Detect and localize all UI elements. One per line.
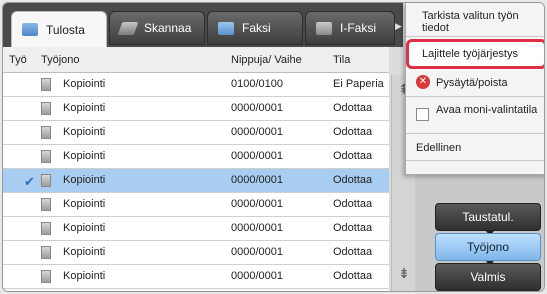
- menu-item-check-details[interactable]: Tarkista valitun työn tiedot: [406, 3, 544, 37]
- table-row[interactable]: Kopiointi 0000/0001 Odottaa: [3, 217, 389, 241]
- document-icon: [41, 150, 51, 163]
- document-icon: [41, 222, 51, 235]
- menu-item-label: Avaa moni-valintatila: [436, 104, 538, 116]
- menu-item-stop-delete[interactable]: ✕ Pysäytä/poista: [406, 69, 544, 97]
- document-icon: [41, 126, 51, 139]
- print-icon: [22, 23, 38, 36]
- job-count: 0000/0001: [231, 198, 283, 210]
- tab-label: Skannaa: [144, 21, 192, 35]
- complete-button[interactable]: Valmis: [435, 263, 541, 291]
- job-name: Kopiointi: [63, 198, 106, 210]
- job-count: 0000/0001: [231, 150, 283, 162]
- job-status: Odottaa: [333, 174, 373, 186]
- job-status: Odottaa: [333, 126, 373, 138]
- job-name: Kopiointi: [63, 222, 106, 234]
- menu-item-label: Edellinen: [416, 141, 462, 154]
- job-status: Ei Paperia: [333, 78, 384, 90]
- job-status-screen: Tulosta Skannaa Faksi I-Faksi ▶ Työ Työj…: [2, 2, 545, 292]
- table-row[interactable]: Kopiointi 0000/0001 Odottaa: [3, 121, 389, 145]
- tab-scan[interactable]: Skannaa: [109, 11, 205, 45]
- spool-label: Taustatul.: [462, 210, 514, 224]
- table-header: Työ Työjono Nippuja/ Vaihe Tila: [3, 47, 389, 73]
- table-row-selected[interactable]: ✔ Kopiointi 0000/0001 Odottaa: [3, 169, 389, 193]
- table-row[interactable]: Kopiointi 0000/0001 Odottaa: [3, 241, 389, 265]
- scroll-down-icon[interactable]: ⇟: [394, 265, 414, 287]
- menu-item-previous[interactable]: Edellinen: [406, 135, 544, 161]
- table-row[interactable]: Kopiointi 0000/0001 Odottaa: [3, 265, 389, 289]
- job-name: Kopiointi: [63, 126, 106, 138]
- col-queue: Työjono: [41, 54, 80, 66]
- job-status: Odottaa: [333, 198, 373, 210]
- tab-print[interactable]: Tulosta: [11, 11, 107, 47]
- tab-label: Faksi: [242, 21, 271, 35]
- menu-item-label: Tarkista valitun työn tiedot: [422, 10, 519, 34]
- menu-item-label: Lajittele työjärjestys: [422, 48, 518, 60]
- document-icon: [41, 270, 51, 283]
- job-count: 0000/0001: [231, 174, 283, 186]
- job-name: Kopiointi: [63, 150, 106, 162]
- ifax-icon: [316, 21, 332, 35]
- tab-label: Tulosta: [46, 22, 85, 37]
- table-row[interactable]: Kopiointi 0000/0001 Odottaa: [3, 97, 389, 121]
- spool-button[interactable]: Taustatul.: [435, 203, 541, 236]
- job-queue-label: Työjono: [466, 240, 510, 254]
- job-name: Kopiointi: [63, 270, 106, 282]
- menu-item-label: Pysäytä/poista: [436, 76, 508, 89]
- job-table: Työ Työjono Nippuja/ Vaihe Tila Kopioint…: [3, 47, 389, 291]
- job-count: 0100/0100: [231, 78, 283, 90]
- job-count: 0000/0001: [231, 102, 283, 114]
- job-name: Kopiointi: [63, 78, 106, 90]
- table-row[interactable]: Kopiointi 0000/0001 Odottaa: [3, 145, 389, 169]
- col-sets: Nippuja/ Vaihe: [231, 54, 302, 66]
- close-icon: ✕: [416, 75, 430, 89]
- job-status: Odottaa: [333, 246, 373, 258]
- col-job: Työ: [9, 54, 27, 66]
- job-count: 0000/0001: [231, 270, 283, 282]
- document-icon: [41, 78, 51, 91]
- tab-ifax[interactable]: I-Faksi: [305, 11, 395, 45]
- document-icon: [41, 174, 51, 187]
- fax-icon: [218, 21, 234, 35]
- job-status: Odottaa: [333, 102, 373, 114]
- document-icon: [41, 102, 51, 115]
- job-count: 0000/0001: [231, 246, 283, 258]
- tab-scroll-right-icon[interactable]: ▶: [395, 21, 402, 32]
- checkmark-icon: ✔: [24, 174, 35, 189]
- job-name: Kopiointi: [63, 102, 106, 114]
- job-status: Odottaa: [333, 222, 373, 234]
- complete-label: Valmis: [470, 270, 506, 284]
- document-icon: [41, 246, 51, 259]
- mode-tab-bar: Tulosta Skannaa Faksi I-Faksi ▶: [3, 3, 403, 47]
- table-row[interactable]: Kopiointi 0100/0100 Ei Paperia: [3, 73, 389, 97]
- checkbox-icon: [416, 108, 429, 121]
- job-count: 0000/0001: [231, 222, 283, 234]
- document-icon: [41, 198, 51, 211]
- menu-item-multi-select[interactable]: Avaa moni-valintatila: [406, 98, 544, 134]
- menu-item-sort-order[interactable]: Lajittele työjärjestys: [406, 39, 544, 69]
- col-status: Tila: [333, 54, 351, 66]
- job-count: 0000/0001: [231, 126, 283, 138]
- tab-fax[interactable]: Faksi: [207, 11, 303, 45]
- job-queue-button[interactable]: Työjono: [435, 233, 541, 266]
- job-status: Odottaa: [333, 270, 373, 282]
- table-row[interactable]: Kopiointi 0000/0001 Odottaa: [3, 193, 389, 217]
- tab-label: I-Faksi: [340, 21, 376, 35]
- scan-icon: [117, 21, 139, 35]
- action-menu: Tarkista valitun työn tiedot Lajittele t…: [405, 3, 544, 175]
- job-status: Odottaa: [333, 150, 373, 162]
- job-name: Kopiointi: [63, 174, 106, 186]
- job-name: Kopiointi: [63, 246, 106, 258]
